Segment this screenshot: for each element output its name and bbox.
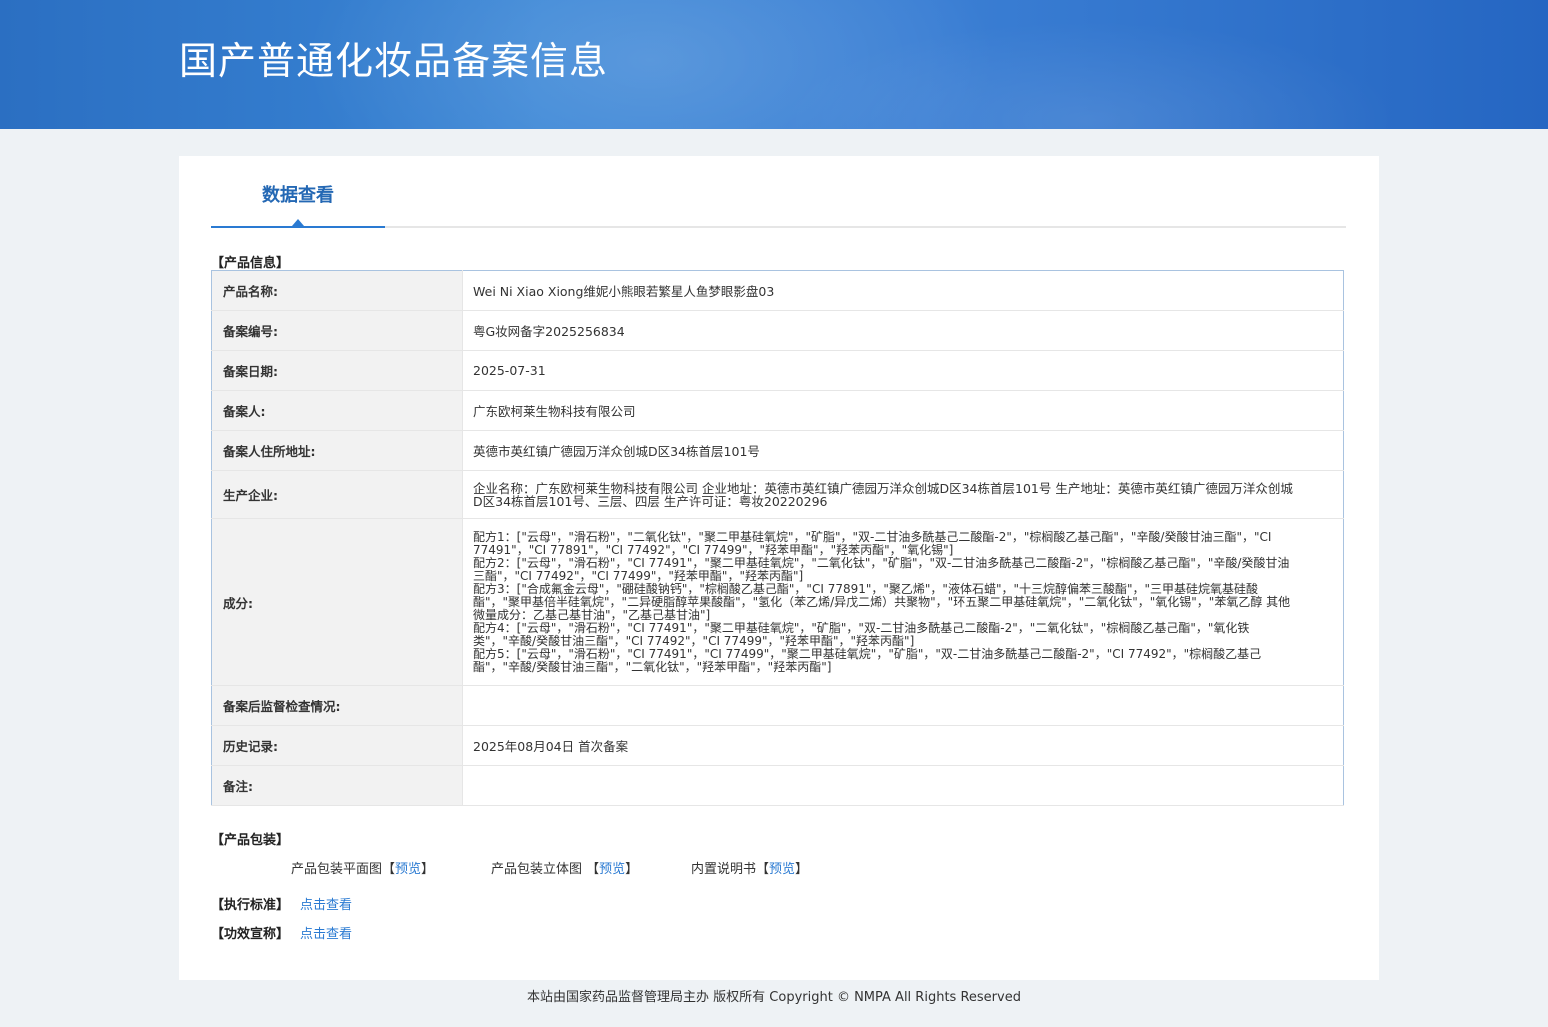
packaging-manual-item: 内置说明书【预览】: [691, 862, 809, 877]
packaging-3d-item: 产品包装立体图 【预览】: [491, 862, 639, 877]
product-info-table: 产品名称: Wei Ni Xiao Xiong维妮小熊眼若繁星人鱼梦眼影盘03 …: [211, 270, 1344, 806]
preview-3d-link[interactable]: 预览: [599, 862, 625, 877]
table-row: 备案人: 广东欧柯莱生物科技有限公司: [211, 390, 1344, 431]
preview-manual-link[interactable]: 预览: [769, 862, 795, 877]
row-value: [462, 765, 1344, 806]
table-row: 产品名称: Wei Ni Xiao Xiong维妮小熊眼若繁星人鱼梦眼影盘03: [211, 270, 1344, 311]
packaging-item-label: 内置说明书: [691, 862, 757, 877]
formula-line: 配方2：["云母"，"滑石粉"，"CI 77491"，"聚二甲基硅氧烷"，"二氧…: [473, 555, 1290, 583]
row-key: 备案后监督检查情况:: [211, 685, 463, 726]
content-panel: 数据查看 【产品信息】 产品名称: Wei Ni Xiao Xiong维妮小熊眼…: [179, 156, 1379, 980]
preview-flat-link[interactable]: 预览: [395, 862, 421, 877]
packaging-item-label: 产品包装立体图: [491, 862, 587, 877]
row-value: 广东欧柯莱生物科技有限公司: [462, 390, 1344, 431]
header-banner: 国产普通化妆品备案信息: [0, 0, 1548, 129]
table-row: 历史记录: 2025年08月04日 首次备案: [211, 725, 1344, 766]
row-key: 备注:: [211, 765, 463, 806]
standard-section-label: 【执行标准】: [211, 898, 290, 913]
tab-data-view[interactable]: 数据查看: [211, 156, 385, 228]
packaging-section-label: 【产品包装】: [211, 833, 290, 848]
row-value: 英德市英红镇广德园万洋众创城D区34栋首层101号: [462, 430, 1344, 471]
formula-line: 配方3：["合成氟金云母"，"硼硅酸钠钙"，"棕榈酸乙基己酯"，"CI 7789…: [473, 581, 1291, 622]
packaging-item-label: 产品包装平面图: [291, 862, 383, 877]
tab-bar: 数据查看: [211, 156, 1346, 228]
row-key: 备案日期:: [211, 350, 463, 391]
efficacy-view-link[interactable]: 点击查看: [300, 923, 352, 942]
row-value: 2025年08月04日 首次备案: [462, 725, 1344, 766]
table-row: 备案人住所地址: 英德市英红镇广德园万洋众创城D区34栋首层101号: [211, 430, 1344, 471]
table-row: 备案日期: 2025-07-31: [211, 350, 1344, 391]
caret-up-icon: [292, 219, 304, 226]
page-title: 国产普通化妆品备案信息: [179, 39, 609, 83]
table-row: 备案后监督检查情况:: [211, 685, 1344, 726]
formula-line: 配方1：["云母"，"滑石粉"，"二氧化钛"，"聚二甲基硅氧烷"，"矿脂"，"双…: [473, 529, 1272, 557]
row-key: 备案编号:: [211, 310, 463, 351]
tab-label: 数据查看: [262, 185, 334, 206]
table-row: 备案编号: 粤G妆网备字2025256834: [211, 310, 1344, 351]
footer: 本站由国家药品监督管理局主办 版权所有 Copyright © NMPA All…: [527, 990, 1021, 1005]
row-key: 生产企业:: [211, 470, 463, 519]
packaging-flat-item: 产品包装平面图【预览】: [291, 862, 435, 877]
efficacy-section-label: 【功效宣称】: [211, 927, 290, 942]
table-row: 生产企业: 企业名称：广东欧柯莱生物科技有限公司 企业地址：英德市英红镇广德园万…: [211, 470, 1344, 519]
row-value: 企业名称：广东欧柯莱生物科技有限公司 企业地址：英德市英红镇广德园万洋众创城D区…: [462, 470, 1344, 519]
row-value: Wei Ni Xiao Xiong维妮小熊眼若繁星人鱼梦眼影盘03: [462, 270, 1344, 311]
row-value: 2025-07-31: [462, 350, 1344, 391]
row-value: [462, 685, 1344, 726]
ingredients-value: 配方1：["云母"，"滑石粉"，"二氧化钛"，"聚二甲基硅氧烷"，"矿脂"，"双…: [462, 518, 1344, 686]
formula-line: 配方5：["云母"，"滑石粉"，"CI 77491"，"CI 77499"，"聚…: [473, 646, 1262, 674]
row-key: 历史记录:: [211, 725, 463, 766]
row-key: 成分:: [211, 518, 463, 686]
row-value: 粤G妆网备字2025256834: [462, 310, 1344, 351]
row-key: 备案人:: [211, 390, 463, 431]
table-row: 备注:: [211, 765, 1344, 806]
standard-view-link[interactable]: 点击查看: [300, 894, 352, 913]
formula-line: 配方4：["云母"，"滑石粉"，"CI 77491"，"聚二甲基硅氧烷"，"矿脂…: [473, 620, 1250, 648]
row-key: 备案人住所地址:: [211, 430, 463, 471]
table-row: 成分: 配方1：["云母"，"滑石粉"，"二氧化钛"，"聚二甲基硅氧烷"，"矿脂…: [211, 518, 1344, 686]
row-key: 产品名称:: [211, 270, 463, 311]
product-info-section-label: 【产品信息】: [211, 256, 290, 271]
